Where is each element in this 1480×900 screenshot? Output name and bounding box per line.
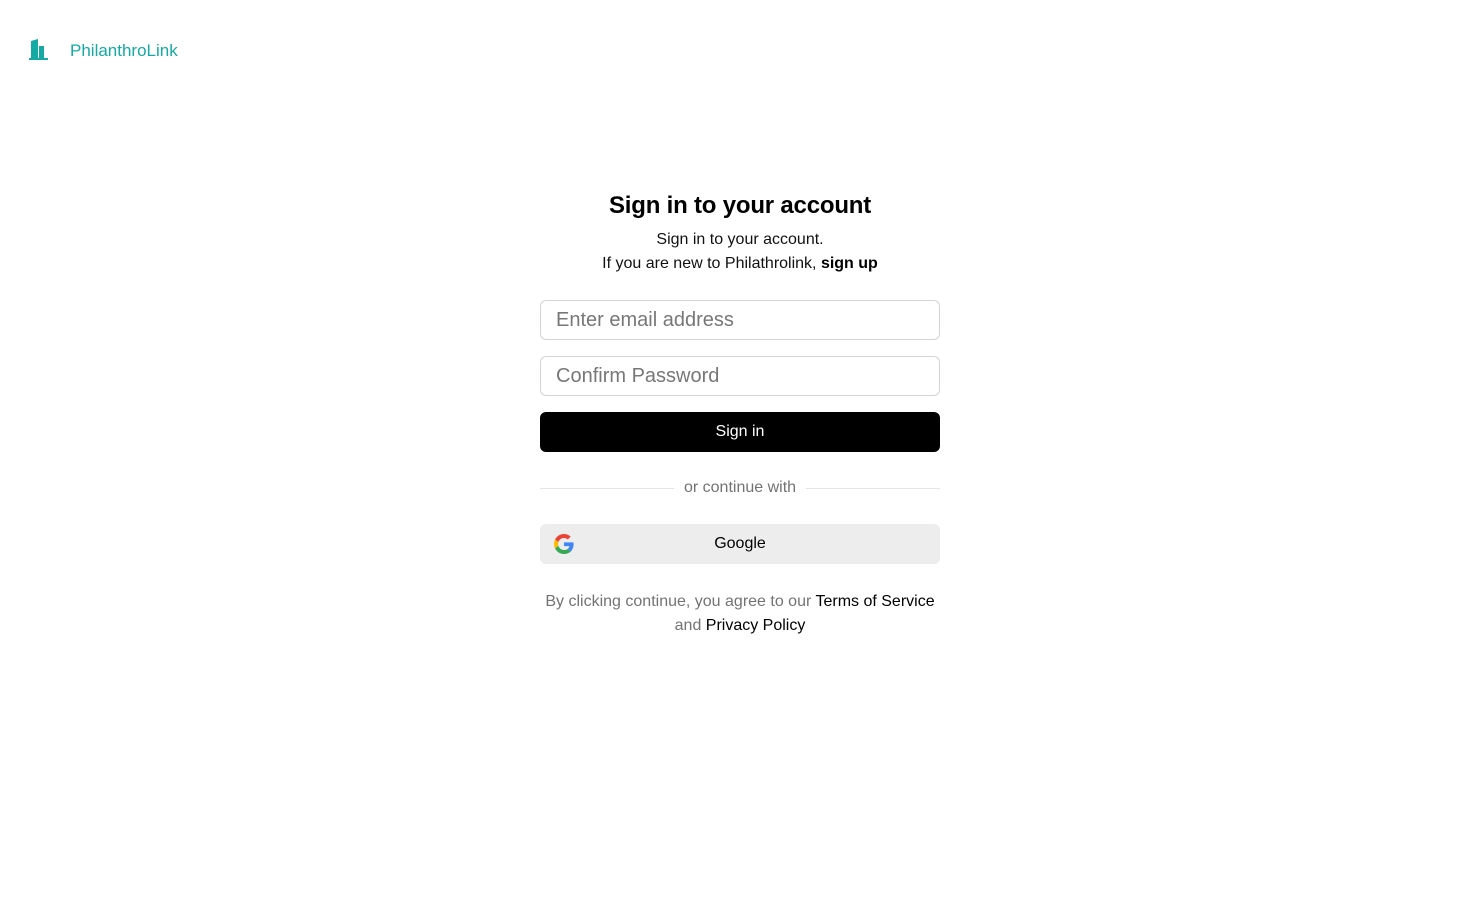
terms-prefix: By clicking continue, you agree to our [545,593,816,610]
google-icon [554,534,574,554]
sign-in-button[interactable]: Sign in [540,412,940,452]
subtitle-line-2: If you are new to Philathrolink, sign up [540,252,940,276]
sign-up-link[interactable]: sign up [821,255,878,272]
google-button-label: Google [714,535,766,552]
email-field[interactable] [540,300,940,340]
divider-line-right [806,487,940,489]
sign-in-form: Sign in to your account Sign in to your … [540,190,940,638]
privacy-policy-link[interactable]: Privacy Policy [706,617,806,634]
divider: or continue with [540,478,940,498]
signup-prompt: If you are new to Philathrolink, [602,255,821,272]
google-sign-in-button[interactable]: Google [540,524,940,564]
terms-notice: By clicking continue, you agree to our T… [540,590,940,638]
brand-logo-link[interactable]: PhilanthroLink [28,36,178,62]
password-field[interactable] [540,356,940,396]
brand-name: PhilanthroLink [70,41,178,60]
buildings-icon [29,39,48,60]
divider-text: or continue with [683,479,797,496]
terms-of-service-link[interactable]: Terms of Service [815,593,934,610]
terms-and: and [674,617,706,634]
divider-line-left [540,487,674,489]
page-title: Sign in to your account [608,192,872,219]
subtitle-line-1: Sign in to your account. [656,231,824,248]
subtitle: Sign in to your account. If you are new … [540,228,940,276]
